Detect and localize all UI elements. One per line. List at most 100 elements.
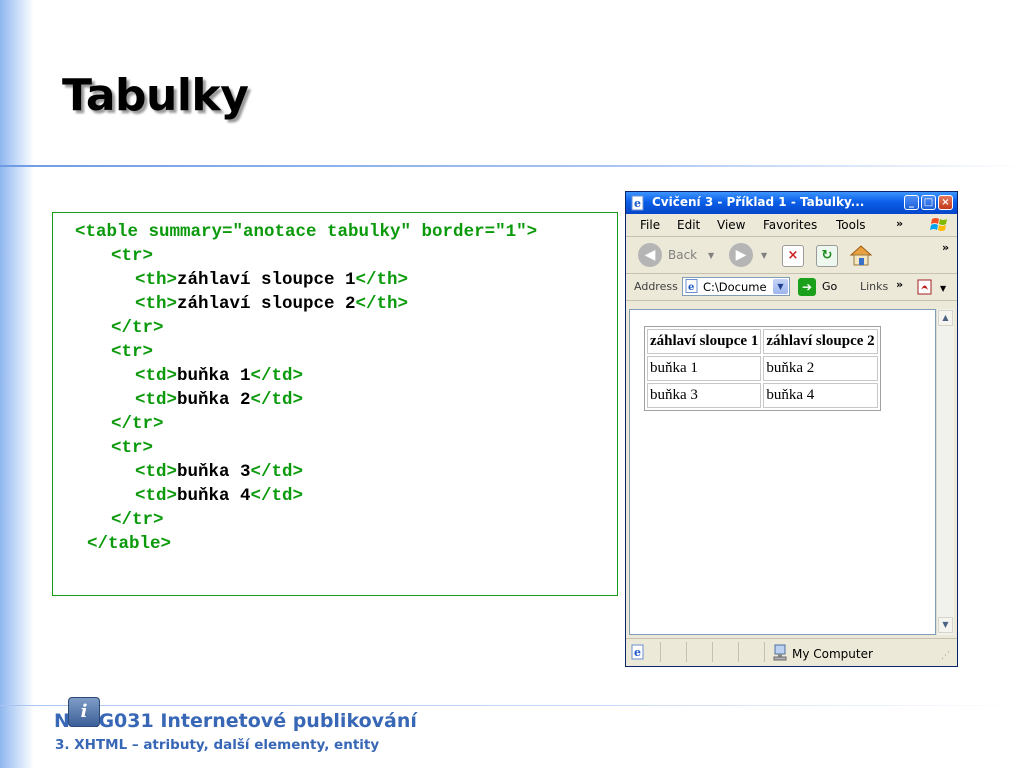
table-cell: buňka 3 [647, 383, 762, 408]
code-line: </tr> [111, 316, 164, 340]
windows-logo-icon [930, 218, 947, 231]
menu-overflow-icon[interactable]: » [896, 217, 903, 230]
code-text: buňka 1 [177, 366, 251, 386]
code-tag: </tr> [111, 510, 164, 530]
status-bar: e My Computer ⋰ [626, 638, 957, 667]
menu-view[interactable]: View [717, 218, 745, 232]
table-header-row: záhlaví sloupce 1 záhlaví sloupce 2 [647, 329, 878, 354]
browser-titlebar[interactable]: e Cvičení 3 - Příklad 1 - Tabulky... _ □… [626, 192, 957, 214]
footer-divider [0, 705, 1024, 706]
code-box: <table summary="anotace tabulky" border=… [52, 212, 618, 596]
refresh-icon[interactable]: ↻ [816, 245, 838, 267]
menu-edit[interactable]: Edit [677, 218, 700, 232]
computer-icon [773, 644, 787, 661]
code-line: <table summary="anotace tabulky" border=… [75, 220, 537, 244]
links-overflow-icon[interactable]: » [896, 278, 903, 291]
browser-title: Cvičení 3 - Příklad 1 - Tabulky... [652, 195, 865, 209]
forward-arrow-icon[interactable]: ▶ [729, 243, 753, 267]
code-tag: </td> [250, 390, 304, 410]
code-tag: </td> [250, 486, 304, 506]
vertical-scrollbar[interactable]: ▲ ▼ [936, 309, 954, 635]
status-divider [738, 642, 739, 662]
browser-viewport[interactable]: záhlaví sloupce 1 záhlaví sloupce 2 buňk… [629, 309, 936, 635]
slide-title: Tabulky [62, 70, 249, 121]
code-tag: <td> [135, 366, 178, 386]
status-divider [660, 642, 661, 662]
svg-text:e: e [634, 197, 641, 210]
code-tag: </td> [250, 366, 304, 386]
home-icon[interactable] [848, 243, 874, 267]
code-tag: </th> [355, 294, 409, 314]
info-icon[interactable]: i [68, 697, 100, 727]
toolbar-overflow-icon[interactable]: » [942, 241, 949, 254]
page-icon: e [685, 279, 698, 293]
code-tag: <th> [135, 294, 178, 314]
code-tag: </tr> [111, 318, 164, 338]
status-divider [686, 642, 687, 662]
standard-toolbar: ◀ Back ▼ ▶ ▼ × ↻ » [626, 237, 957, 274]
forward-history-caret-icon[interactable]: ▼ [761, 251, 767, 260]
go-button[interactable]: Go [822, 280, 837, 293]
menu-favorites[interactable]: Favorites [763, 218, 817, 232]
acrobat-caret-icon[interactable]: ▼ [940, 284, 946, 293]
maximize-button[interactable]: □ [921, 195, 936, 210]
code-tag: <td> [135, 390, 178, 410]
code-text: záhlaví sloupce 2 [177, 294, 356, 314]
back-history-caret-icon[interactable]: ▼ [708, 251, 714, 260]
code-tag: <th> [135, 270, 178, 290]
code-text: buňka 2 [177, 390, 251, 410]
code-tag: </th> [355, 270, 409, 290]
code-text: buňka 4 [177, 486, 251, 506]
address-dropdown-icon[interactable]: ▼ [773, 279, 788, 294]
code-line: <th>záhlaví sloupce 2</th> [135, 292, 408, 316]
table-row: buňka 3 buňka 4 [647, 383, 878, 408]
code-line: </tr> [111, 412, 164, 436]
code-tag: <table summary="anotace tabulky" border=… [75, 222, 538, 242]
go-arrow-icon[interactable]: ➔ [798, 278, 816, 296]
table-cell: buňka 1 [647, 356, 762, 381]
code-tag: <tr> [111, 438, 154, 458]
scroll-up-icon[interactable]: ▲ [938, 310, 953, 326]
code-text: záhlaví sloupce 1 [177, 270, 356, 290]
rendered-table: záhlaví sloupce 1 záhlaví sloupce 2 buňk… [644, 326, 881, 411]
acrobat-icon[interactable] [916, 278, 934, 296]
code-line: <tr> [111, 436, 153, 460]
code-line: <tr> [111, 244, 153, 268]
scroll-down-icon[interactable]: ▼ [938, 617, 953, 633]
menu-bar: File Edit View Favorites Tools » [626, 214, 957, 237]
minimize-button[interactable]: _ [904, 195, 919, 210]
stop-icon[interactable]: × [782, 245, 804, 267]
code-line: <td>buňka 2</td> [135, 388, 303, 412]
svg-text:e: e [634, 646, 641, 659]
code-tag: <td> [135, 486, 178, 506]
status-zone-label: My Computer [792, 647, 873, 661]
footer-lecture: 3. XHTML – atributy, další elementy, ent… [55, 737, 380, 753]
code-line: <td>buňka 1</td> [135, 364, 303, 388]
svg-text:e: e [688, 282, 694, 293]
table-cell: buňka 4 [763, 383, 878, 408]
table-cell: buňka 2 [763, 356, 878, 381]
address-label: Address [634, 280, 678, 293]
code-line: <tr> [111, 340, 153, 364]
code-line: <td>buňka 3</td> [135, 460, 303, 484]
code-tag: </td> [250, 462, 304, 482]
table-row: buňka 1 buňka 2 [647, 356, 878, 381]
address-input[interactable]: e C:\Docume ▼ [682, 277, 790, 296]
code-line: </table> [87, 532, 171, 556]
menu-tools[interactable]: Tools [836, 218, 866, 232]
table-header-cell: záhlaví sloupce 1 [647, 329, 762, 354]
links-label[interactable]: Links [860, 280, 888, 293]
left-decor-bar [0, 0, 34, 768]
code-line: <th>záhlaví sloupce 1</th> [135, 268, 408, 292]
status-page-icon: e [631, 644, 644, 660]
resize-grip-icon[interactable]: ⋰ [941, 651, 950, 661]
menu-file[interactable]: File [640, 218, 660, 232]
close-button[interactable]: × [938, 195, 953, 210]
back-arrow-icon[interactable]: ◀ [638, 243, 662, 267]
code-line: </tr> [111, 508, 164, 532]
code-text: buňka 3 [177, 462, 251, 482]
code-tag: <tr> [111, 246, 154, 266]
back-button-label[interactable]: Back [668, 248, 697, 262]
code-tag: </tr> [111, 414, 164, 434]
browser-window: e Cvičení 3 - Příklad 1 - Tabulky... _ □… [625, 191, 958, 667]
